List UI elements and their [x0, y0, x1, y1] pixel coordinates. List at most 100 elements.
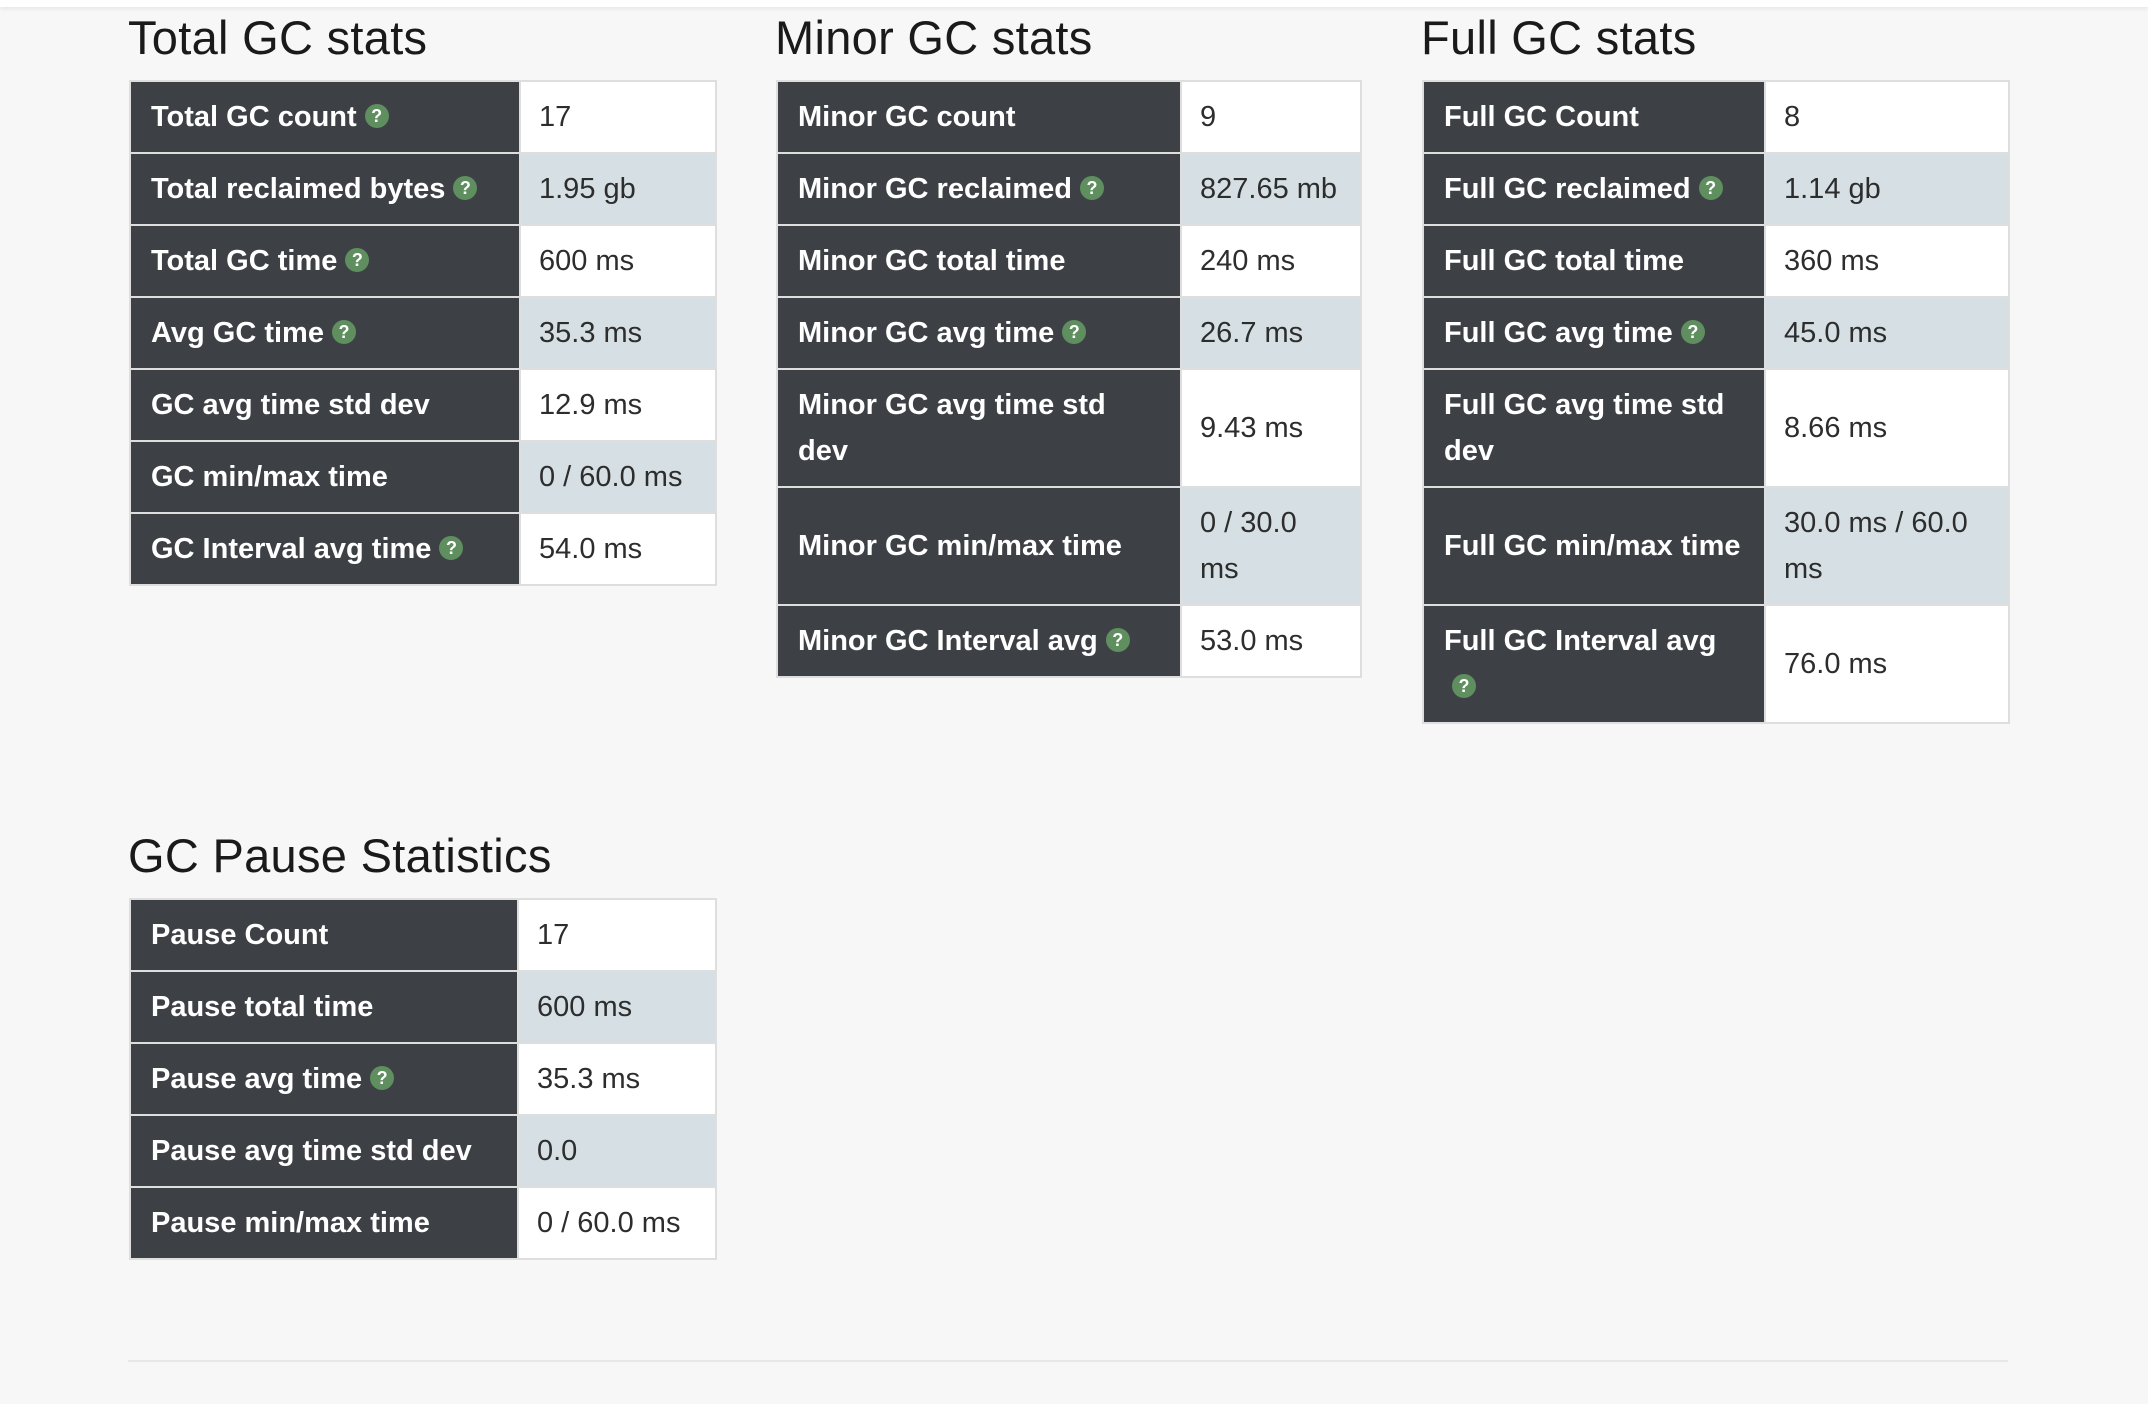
row-value: 35.3 ms — [517, 1042, 717, 1116]
row-label-text: Full GC avg time — [1444, 317, 1673, 349]
row-value: 240 ms — [1180, 224, 1362, 298]
row-label-text: Minor GC avg time — [798, 317, 1055, 349]
table-row: Full GC total time 360 ms — [1422, 224, 2010, 298]
table-row: Minor GC reclaimed? 827.65 mb — [776, 152, 1362, 226]
row-label: Full GC total time — [1422, 224, 1766, 298]
row-value: 1.95 gb — [519, 152, 717, 226]
question-circle-icon[interactable]: ? — [453, 176, 478, 201]
section-divider — [128, 1360, 2008, 1362]
row-label: Pause avg time? — [129, 1042, 519, 1116]
row-label: Pause total time — [129, 970, 519, 1044]
row-label-text: Full GC total time — [1444, 245, 1685, 277]
question-circle-icon[interactable]: ? — [1062, 320, 1087, 345]
panel-title: Total GC stats — [128, 11, 428, 64]
full-gc-stats-table: Full GC Count 8 Full GC reclaimed? 1.14 gb… — [1422, 80, 2010, 724]
table-row: Total GC time? 600 ms — [129, 224, 717, 298]
row-value: 0 / 60.0 ms — [517, 1186, 717, 1260]
table-row: Full GC Interval avg? 76.0 ms — [1422, 604, 2010, 724]
question-circle-icon[interactable]: ? — [1452, 674, 1476, 699]
row-label: Minor GC count — [776, 80, 1182, 154]
row-value: 600 ms — [519, 224, 717, 298]
question-circle-icon[interactable]: ? — [1105, 628, 1130, 653]
row-label: GC Interval avg time? — [129, 512, 521, 586]
row-value: 9.43 ms — [1180, 368, 1362, 488]
row-label-text: Minor GC total time — [798, 245, 1066, 277]
row-label-text: Minor GC count — [798, 101, 1016, 133]
table-row: GC min/max time 0 / 60.0 ms — [129, 440, 717, 514]
row-value: 0 / 30.0 ms — [1180, 486, 1362, 606]
row-label: Pause avg time std dev — [129, 1114, 519, 1188]
row-label-text: Pause avg time std dev — [151, 1135, 472, 1167]
top-bar — [0, 0, 2148, 7]
row-value: 0 / 60.0 ms — [519, 440, 717, 514]
row-value: 45.0 ms — [1764, 296, 2010, 370]
row-value: 54.0 ms — [519, 512, 717, 586]
row-label-text: Minor GC avg time std dev — [798, 389, 1106, 467]
row-value: 1.14 gb — [1764, 152, 2010, 226]
row-label-text: Full GC Count — [1444, 101, 1639, 133]
row-label-text: Full GC min/max time — [1444, 530, 1741, 562]
table-row: Pause total time 600 ms — [129, 970, 717, 1044]
question-circle-icon[interactable]: ? — [331, 320, 356, 345]
row-label-text: GC avg time std dev — [151, 389, 430, 421]
row-label-text: Minor GC Interval avg — [798, 625, 1098, 657]
total-gc-stats-table: Total GC count? 17 Total reclaimed bytes?… — [129, 80, 717, 586]
row-label-text: GC Interval avg time — [151, 533, 432, 565]
row-value: 35.3 ms — [519, 296, 717, 370]
row-label-text: Minor GC min/max time — [798, 530, 1122, 562]
row-value: 26.7 ms — [1180, 296, 1362, 370]
table-row: Full GC reclaimed? 1.14 gb — [1422, 152, 2010, 226]
question-circle-icon[interactable]: ? — [439, 536, 464, 561]
question-circle-icon[interactable]: ? — [1680, 320, 1705, 345]
row-label-text: Full GC reclaimed — [1444, 173, 1691, 205]
question-circle-icon[interactable]: ? — [1079, 176, 1104, 201]
row-value: 0.0 — [517, 1114, 717, 1188]
row-value: 600 ms — [517, 970, 717, 1044]
row-label-text: Full GC Interval avg — [1444, 625, 1717, 657]
row-label: Minor GC Interval avg? — [776, 604, 1182, 678]
row-label: Minor GC min/max time — [776, 486, 1182, 606]
question-circle-icon[interactable]: ? — [345, 248, 370, 273]
row-label: Minor GC avg time std dev — [776, 368, 1182, 488]
row-label: Full GC Interval avg? — [1422, 604, 1766, 724]
row-label-text: Pause Count — [151, 919, 329, 951]
row-value: 12.9 ms — [519, 368, 717, 442]
table-row: Total GC count? 17 — [129, 80, 717, 154]
row-label: Pause Count — [129, 898, 519, 972]
table-row: Full GC avg time std dev 8.66 ms — [1422, 368, 2010, 488]
row-label: Full GC reclaimed? — [1422, 152, 1766, 226]
table-row: Full GC Count 8 — [1422, 80, 2010, 154]
panel-title: Full GC stats — [1421, 11, 1697, 64]
row-label: GC avg time std dev — [129, 368, 521, 442]
gc-pause-statistics-panel: GC Pause Statistics Pause Count 17 Pause … — [128, 832, 717, 1312]
row-label: Full GC avg time? — [1422, 296, 1766, 370]
row-label-text: Total GC count — [151, 101, 357, 133]
question-circle-icon[interactable]: ? — [370, 1066, 395, 1091]
table-row: Pause Count 17 — [129, 898, 717, 972]
row-label-text: GC min/max time — [151, 461, 388, 493]
row-value: 360 ms — [1764, 224, 2010, 298]
row-value: 53.0 ms — [1180, 604, 1362, 678]
full-gc-stats-panel: Full GC stats Full GC Count 8 Full GC rec… — [1421, 14, 2011, 754]
row-value: 30.0 ms / 60.0 ms — [1764, 486, 2010, 606]
question-circle-icon[interactable]: ? — [1698, 176, 1723, 201]
row-label: Avg GC time? — [129, 296, 521, 370]
total-gc-stats-panel: Total GC stats Total GC count? 17 Total r… — [128, 11, 717, 654]
table-row: Minor GC avg time? 26.7 ms — [776, 296, 1362, 370]
row-label: Full GC Count — [1422, 80, 1766, 154]
table-row: GC avg time std dev 12.9 ms — [129, 368, 717, 442]
row-label: Total GC count? — [129, 80, 521, 154]
table-row: GC Interval avg time? 54.0 ms — [129, 512, 717, 586]
row-label: Minor GC reclaimed? — [776, 152, 1182, 226]
minor-gc-stats-table: Minor GC count 9 Minor GC reclaimed? 827.6… — [776, 80, 1362, 678]
row-label: Pause min/max time — [129, 1186, 519, 1260]
row-label: GC min/max time — [129, 440, 521, 514]
table-row: Avg GC time? 35.3 ms — [129, 296, 717, 370]
row-label-text: Pause total time — [151, 991, 374, 1023]
table-row: Minor GC avg time std dev 9.43 ms — [776, 368, 1362, 488]
question-circle-icon[interactable]: ? — [364, 104, 389, 129]
table-row: Full GC avg time? 45.0 ms — [1422, 296, 2010, 370]
row-value: 8 — [1764, 80, 2010, 154]
panel-title: Minor GC stats — [775, 11, 1093, 64]
table-row: Minor GC total time 240 ms — [776, 224, 1362, 298]
